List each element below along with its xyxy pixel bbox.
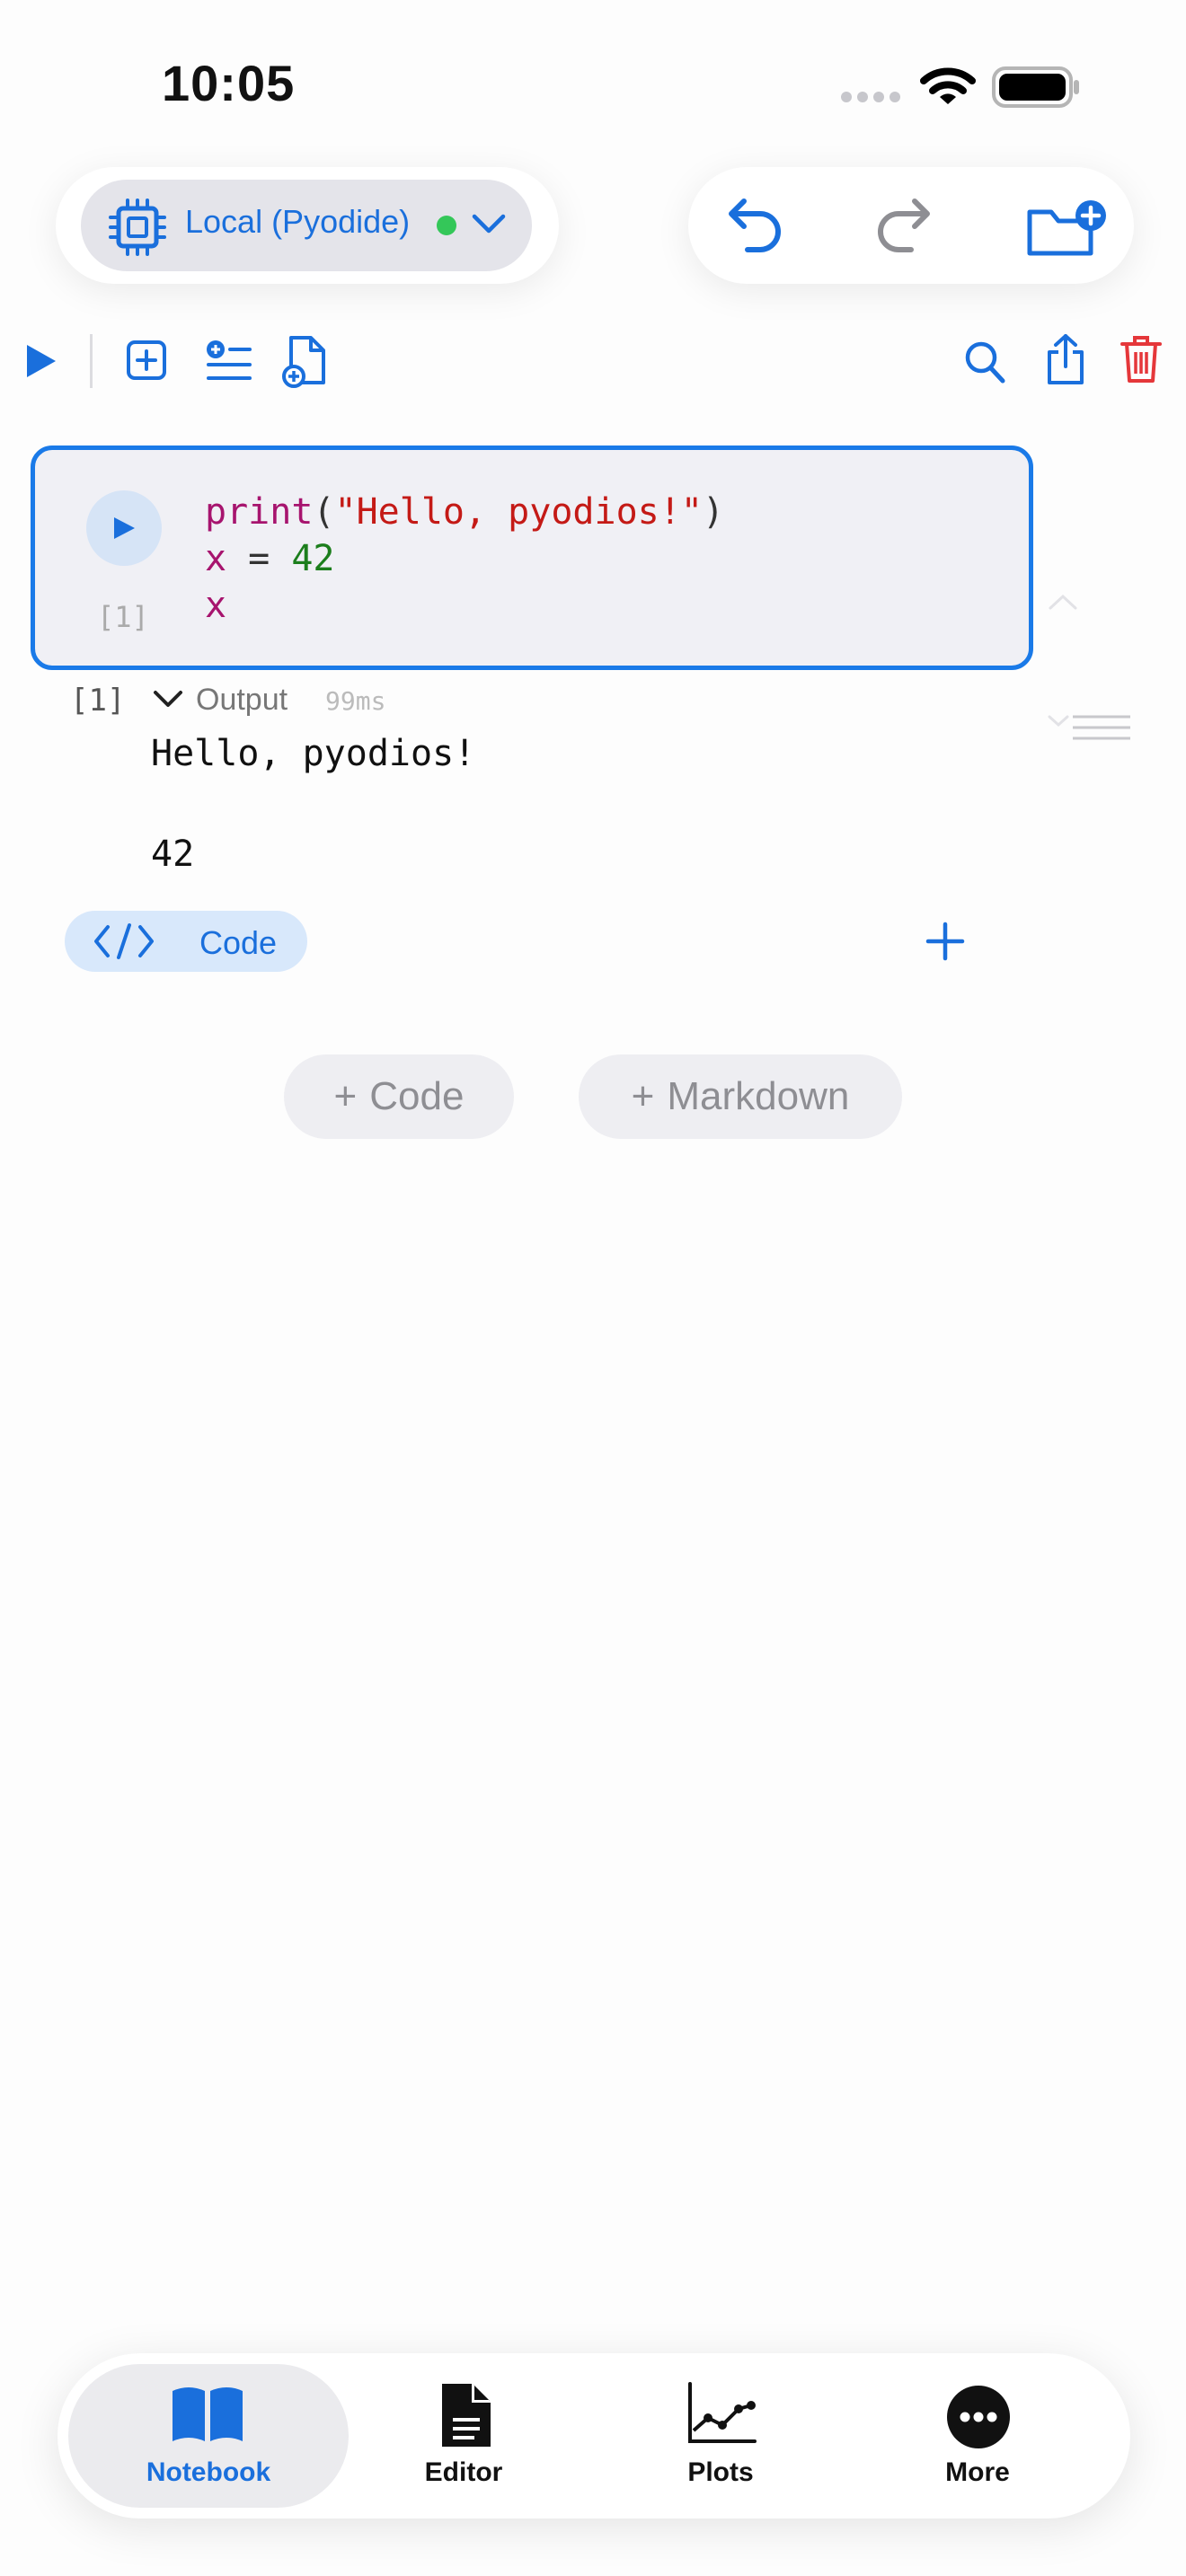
code-token: ) [702, 491, 725, 533]
code-token: = [226, 538, 292, 579]
chart-icon[interactable] [686, 2382, 757, 2449]
add-below-icon[interactable] [925, 922, 965, 966]
code-token: 42 [291, 538, 335, 579]
new-document-icon[interactable] [282, 334, 329, 393]
output-chevron-down-icon[interactable] [153, 688, 183, 714]
tab-label: Notebook [146, 2457, 271, 2487]
new-folder-icon[interactable] [1024, 196, 1107, 265]
code-brackets-icon [93, 922, 155, 966]
book-icon [171, 2384, 244, 2448]
tab-label[interactable]: Editor [365, 2457, 562, 2488]
redo-icon[interactable] [873, 194, 934, 261]
code-token: print [205, 491, 314, 533]
drag-handle-icon[interactable] [1048, 713, 1134, 754]
cpu-chip-icon [108, 198, 167, 261]
trash-icon[interactable] [1120, 334, 1163, 389]
code-line-2: x = 42 [205, 535, 724, 582]
status-time: 10:05 [162, 55, 296, 111]
run-all-icon[interactable] [23, 341, 59, 385]
code-token: x [205, 538, 227, 579]
play-icon [111, 516, 137, 545]
output-duration: 99ms [325, 686, 386, 716]
tab-label[interactable]: Plots [622, 2457, 819, 2488]
code-token: "Hello, pyodios!" [334, 491, 703, 533]
code-editor[interactable]: print("Hello, pyodios!") x = 42 x [205, 489, 724, 629]
insert-list-icon[interactable] [205, 340, 252, 387]
document-icon[interactable] [438, 2382, 492, 2453]
code-line-1: print("Hello, pyodios!") [205, 489, 724, 535]
add-code-label: Code [369, 1074, 465, 1118]
chevron-down-icon [471, 212, 507, 240]
code-token: x [205, 585, 227, 626]
ellipsis-icon[interactable] [945, 2384, 1012, 2455]
wifi-icon [920, 65, 976, 112]
code-line-3: x [205, 582, 724, 629]
toolbar-divider [90, 334, 93, 388]
cell-exec-count: [1] [97, 600, 149, 634]
chevron-up-icon[interactable] [1048, 593, 1078, 615]
plus-icon: + [631, 1074, 655, 1118]
cell-type-label: Code [199, 924, 278, 961]
plus-icon: + [333, 1074, 358, 1118]
output-exec-count: [1] [70, 683, 126, 719]
add-markdown-cell-button[interactable]: + Markdown [579, 1054, 902, 1139]
add-markdown-label: Markdown [667, 1074, 850, 1118]
battery-icon [992, 66, 1082, 112]
search-icon[interactable] [963, 340, 1006, 389]
add-code-cell-button[interactable]: + Code [284, 1054, 514, 1139]
add-cell-icon[interactable] [126, 340, 167, 385]
kernel-label: Local (Pyodide) [185, 203, 411, 240]
output-label[interactable]: Output [196, 683, 288, 718]
tab-label[interactable]: More [879, 2457, 1076, 2488]
code-token: ( [313, 491, 335, 533]
share-icon[interactable] [1044, 332, 1087, 391]
output-line: Hello, pyodios! [151, 733, 476, 774]
cellular-signal-icon [839, 90, 902, 109]
undo-icon[interactable] [724, 194, 785, 261]
output-line: 42 [151, 834, 195, 875]
kernel-status-dot [437, 216, 456, 235]
